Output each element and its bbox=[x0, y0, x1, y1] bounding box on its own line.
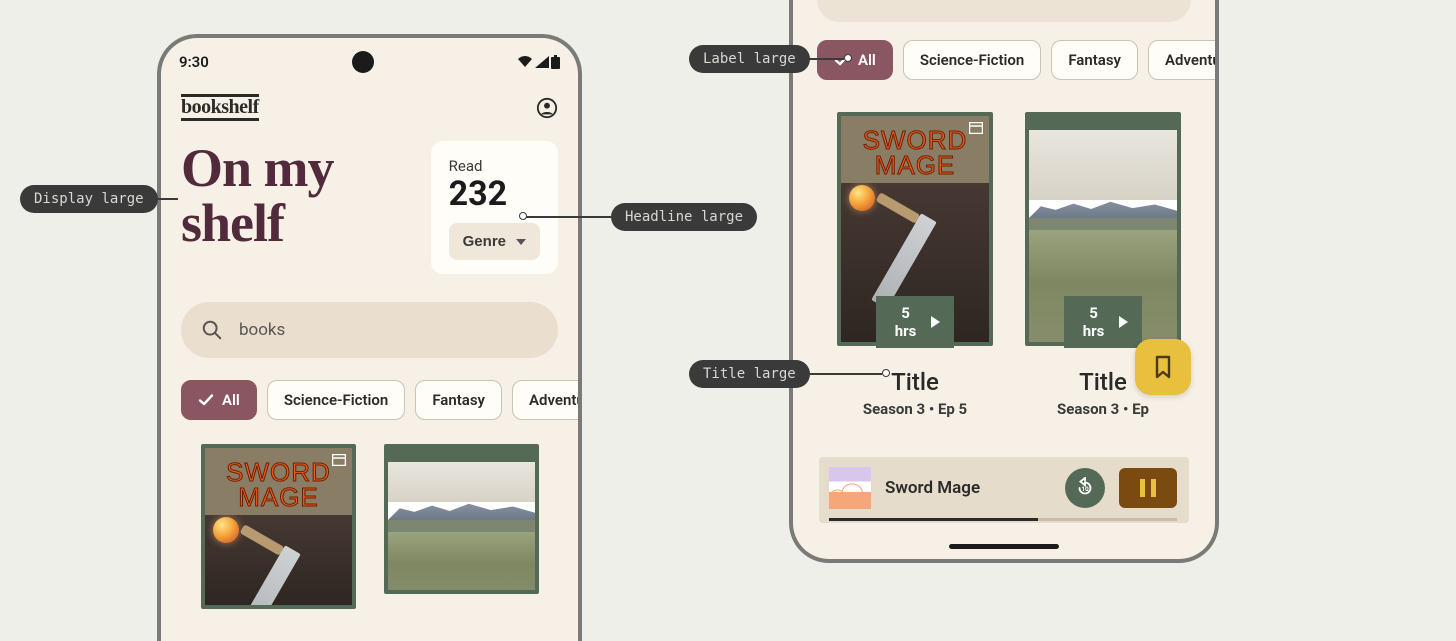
check-icon bbox=[198, 392, 214, 408]
battery-icon bbox=[551, 55, 560, 69]
phone-frame-right: All Science-Fiction Fantasy Adventu SWOR… bbox=[789, 0, 1219, 563]
read-card: Read 232 Genre bbox=[431, 141, 558, 274]
now-playing-title: Sword Mage bbox=[885, 478, 1051, 498]
camera-cutout bbox=[352, 51, 374, 73]
status-icons bbox=[517, 55, 560, 69]
filter-chips: All Science-Fiction Fantasy Adventur bbox=[161, 358, 578, 420]
chip-adventure[interactable]: Adventu bbox=[1148, 40, 1215, 80]
play-icon bbox=[931, 316, 940, 328]
top-bar: bookshelf bbox=[161, 76, 578, 127]
annotation-headline-large: Headline large bbox=[611, 203, 757, 231]
book-subtitle: Season 3 • Ep 5 bbox=[837, 400, 993, 418]
connector-dot bbox=[519, 212, 527, 220]
page-title: On my shelf bbox=[181, 141, 415, 251]
cover-title-line2: MAGE bbox=[841, 153, 989, 178]
phone-frame-left: 9:30 bookshelf On my shelf Read 232 Genr… bbox=[157, 34, 582, 641]
search-icon bbox=[201, 319, 223, 341]
bookmark-icon bbox=[1153, 355, 1173, 379]
wifi-icon bbox=[517, 56, 533, 68]
chip-all[interactable]: All bbox=[181, 380, 257, 420]
rewind-10-button[interactable]: 10 bbox=[1065, 468, 1105, 508]
chip-label: Science-Fiction bbox=[920, 51, 1025, 69]
chip-fantasy[interactable]: Fantasy bbox=[415, 380, 502, 420]
chip-adventure[interactable]: Adventur bbox=[512, 380, 578, 420]
account-icon[interactable] bbox=[536, 97, 558, 119]
duration-label: 5 hrs bbox=[1078, 304, 1109, 340]
book-cover-landscape[interactable] bbox=[384, 444, 539, 594]
chip-label: All bbox=[858, 51, 876, 69]
rewind-10-icon: 10 bbox=[1074, 477, 1096, 499]
window-icon bbox=[969, 122, 983, 134]
chip-all[interactable]: All bbox=[817, 40, 893, 80]
annotation-display-large: Display large bbox=[20, 185, 158, 213]
read-label: Read bbox=[449, 157, 540, 175]
duration-chip[interactable]: 5 hrs bbox=[1064, 296, 1142, 348]
chip-fantasy[interactable]: Fantasy bbox=[1051, 40, 1138, 80]
signal-icon bbox=[535, 56, 549, 68]
duration-label: 5 hrs bbox=[890, 304, 921, 340]
chip-label: All bbox=[222, 391, 240, 409]
search-input-collapsed[interactable] bbox=[817, 0, 1191, 22]
book-cover-sword-mage[interactable]: SWORD MAGE bbox=[201, 444, 356, 609]
connector bbox=[526, 216, 611, 218]
chip-science-fiction[interactable]: Science-Fiction bbox=[267, 380, 406, 420]
search-placeholder: books bbox=[239, 320, 285, 340]
chip-science-fiction[interactable]: Science-Fiction bbox=[903, 40, 1042, 80]
chevron-down-icon bbox=[516, 239, 526, 245]
genre-label: Genre bbox=[463, 233, 506, 250]
pause-icon bbox=[1140, 479, 1156, 497]
annotation-label-large: Label large bbox=[689, 45, 810, 73]
chip-label: Fantasy bbox=[1068, 51, 1121, 69]
fab-bookmark[interactable] bbox=[1135, 339, 1191, 395]
now-playing-artwork bbox=[829, 467, 871, 509]
chip-label: Fantasy bbox=[432, 391, 485, 409]
cover-title-line2: MAGE bbox=[205, 485, 352, 510]
navigation-handle[interactable] bbox=[949, 544, 1059, 549]
status-bar: 9:30 bbox=[161, 38, 578, 76]
chip-label: Adventu bbox=[1165, 51, 1215, 69]
play-icon bbox=[1119, 316, 1128, 328]
connector-dot bbox=[882, 369, 890, 377]
window-icon bbox=[332, 454, 346, 466]
duration-chip[interactable]: 5 hrs bbox=[876, 296, 954, 348]
chip-label: Adventur bbox=[529, 391, 578, 409]
svg-text:10: 10 bbox=[1081, 485, 1089, 493]
playback-progress[interactable] bbox=[829, 518, 1177, 521]
cover-title-line1: SWORD bbox=[205, 460, 352, 485]
hero-row: On my shelf Read 232 Genre bbox=[161, 127, 578, 286]
connector-dot bbox=[844, 54, 852, 62]
pause-button[interactable] bbox=[1119, 468, 1177, 508]
now-playing-bar[interactable]: Sword Mage 10 bbox=[819, 457, 1189, 523]
book-subtitle: Season 3 • Ep bbox=[1025, 400, 1181, 418]
read-count: 232 bbox=[449, 177, 540, 211]
covers-row: SWORD MAGE bbox=[161, 420, 578, 609]
annotation-title-large: Title large bbox=[689, 360, 810, 388]
genre-dropdown[interactable]: Genre bbox=[449, 223, 540, 260]
status-time: 9:30 bbox=[179, 53, 209, 71]
chip-label: Science-Fiction bbox=[284, 391, 389, 409]
search-input[interactable]: books bbox=[181, 302, 558, 358]
app-logo: bookshelf bbox=[181, 94, 259, 121]
filter-chips: All Science-Fiction Fantasy Adventu bbox=[793, 22, 1215, 80]
cover-title-line1: SWORD bbox=[841, 128, 989, 153]
